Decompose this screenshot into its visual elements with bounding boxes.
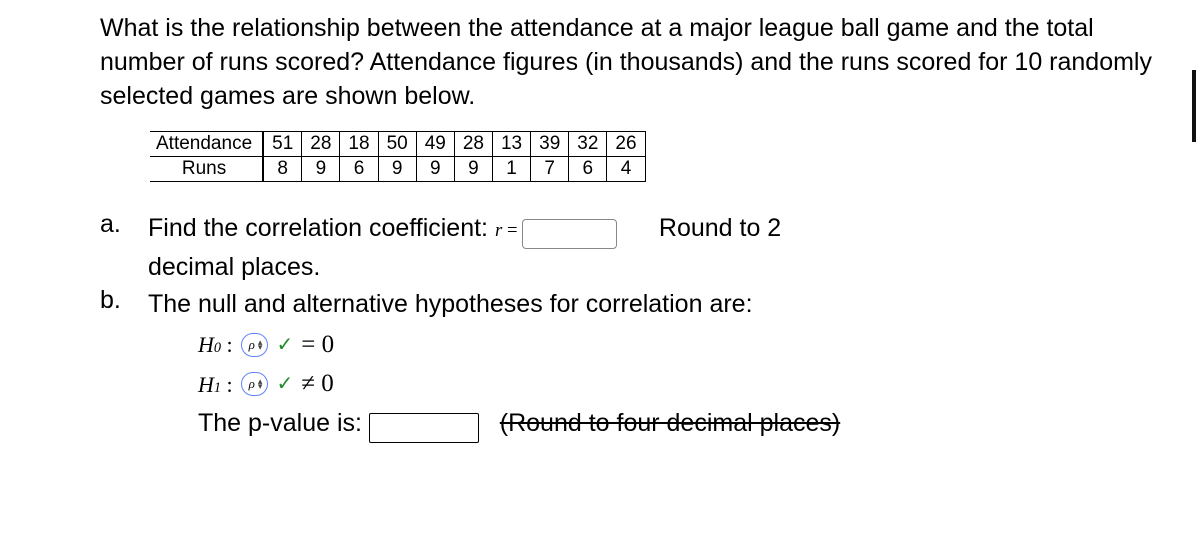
cell: 51 xyxy=(263,132,302,157)
correlation-input[interactable] xyxy=(522,219,617,249)
marker-a: a. xyxy=(100,210,148,286)
check-icon: ✓ xyxy=(276,330,293,360)
p-value-line: The p-value is: (Round to four decimal p… xyxy=(198,405,1160,444)
cell: 9 xyxy=(454,157,492,182)
cell: 6 xyxy=(569,157,607,182)
h1-line: H1 : ρ ▴▾ ✓ ≠ 0 xyxy=(198,365,1160,403)
eq-zero: = 0 xyxy=(301,326,334,364)
h0-line: H0 : ρ ▴▾ ✓ = 0 xyxy=(198,326,1160,364)
cell: 18 xyxy=(340,132,378,157)
rho-symbol: ρ xyxy=(249,335,255,355)
cell: 50 xyxy=(378,132,416,157)
p-value-label: The p-value is: xyxy=(198,409,369,437)
cell: 49 xyxy=(416,132,454,157)
h0-label: H0 : xyxy=(198,328,233,361)
check-icon: ✓ xyxy=(276,369,293,399)
chevron-updown-icon: ▴▾ xyxy=(258,340,263,350)
row-header-attendance: Attendance xyxy=(150,132,263,157)
cell: 32 xyxy=(569,132,607,157)
cell: 9 xyxy=(416,157,454,182)
data-table: Attendance 51 28 18 50 49 28 13 39 32 26… xyxy=(150,131,646,182)
table-row: Attendance 51 28 18 50 49 28 13 39 32 26 xyxy=(150,132,645,157)
eq-symbol: = xyxy=(502,220,522,241)
qa-text-round: Round to 2 xyxy=(659,214,781,242)
cell: 9 xyxy=(302,157,340,182)
cell: 7 xyxy=(531,157,569,182)
cell: 26 xyxy=(607,132,645,157)
h0-dropdown[interactable]: ρ ▴▾ xyxy=(241,333,269,357)
question-a: a. Find the correlation coefficient: r =… xyxy=(100,210,1160,286)
table-row: Runs 8 9 6 9 9 9 1 7 6 4 xyxy=(150,157,645,182)
cell: 8 xyxy=(263,157,302,182)
cell: 1 xyxy=(492,157,530,182)
row-header-runs: Runs xyxy=(150,157,263,182)
rho-symbol: ρ xyxy=(249,374,255,394)
qa-text-round2: decimal places. xyxy=(148,253,320,281)
cell: 6 xyxy=(340,157,378,182)
question-b: b. The null and alternative hypotheses f… xyxy=(100,286,1160,443)
cell: 13 xyxy=(492,132,530,157)
qa-text-1: Find the correlation coefficient: xyxy=(148,214,495,242)
scrollbar-thumb[interactable] xyxy=(1192,70,1196,142)
qb-intro: The null and alternative hypotheses for … xyxy=(148,290,753,318)
question-list: a. Find the correlation coefficient: r =… xyxy=(100,210,1160,443)
chevron-updown-icon: ▴▾ xyxy=(258,379,263,389)
problem-prompt: What is the relationship between the att… xyxy=(100,12,1160,113)
h1-label: H1 : xyxy=(198,368,233,401)
cell: 9 xyxy=(378,157,416,182)
p-value-input[interactable] xyxy=(369,413,479,443)
marker-b: b. xyxy=(100,286,148,443)
round-hint-struck: (Round to four decimal places) xyxy=(500,409,840,437)
cell: 28 xyxy=(302,132,340,157)
h1-dropdown[interactable]: ρ ▴▾ xyxy=(241,372,269,396)
neq-zero: ≠ 0 xyxy=(301,365,333,403)
cell: 28 xyxy=(454,132,492,157)
cell: 4 xyxy=(607,157,645,182)
cell: 39 xyxy=(531,132,569,157)
